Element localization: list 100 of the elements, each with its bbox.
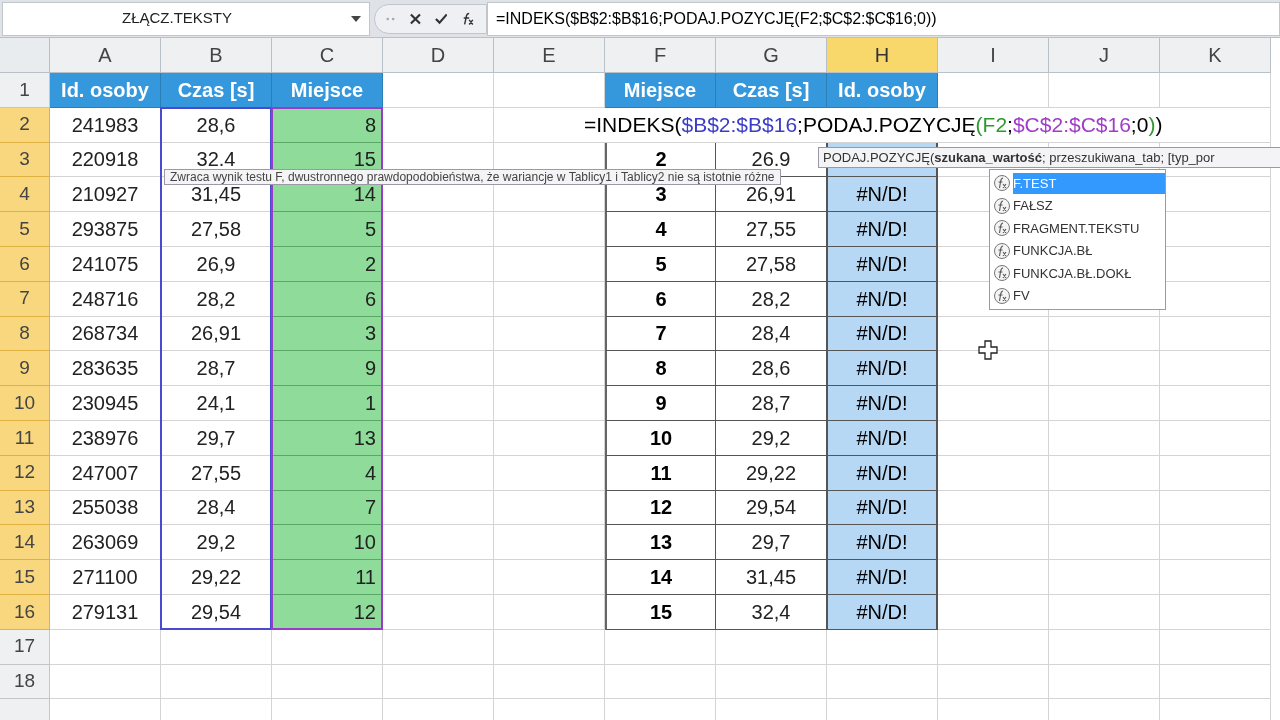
table-cell: 220918 bbox=[50, 142, 161, 178]
table-cell: 14 bbox=[605, 560, 716, 595]
table-cell: 4 bbox=[605, 212, 716, 247]
table-cell: #N/D! bbox=[827, 490, 938, 526]
table-cell: #N/D! bbox=[827, 386, 938, 421]
autocomplete-item[interactable]: FV bbox=[1013, 285, 1165, 307]
column-header[interactable]: H bbox=[827, 38, 938, 73]
table-cell: 12 bbox=[605, 490, 716, 526]
row-header[interactable]: 3 bbox=[0, 142, 50, 178]
autocomplete-item[interactable]: FAŁSZ bbox=[1013, 195, 1165, 217]
table-cell: 7 bbox=[605, 316, 716, 352]
table-cell: 8 bbox=[605, 351, 716, 387]
column-header[interactable]: D bbox=[383, 38, 494, 73]
table-cell: 230945 bbox=[50, 386, 161, 421]
table-cell: 279131 bbox=[50, 594, 161, 630]
function-icon bbox=[993, 264, 1011, 283]
header-cell: Czas [s] bbox=[161, 73, 272, 108]
table-cell: 29,54 bbox=[161, 594, 272, 630]
header-cell: Czas [s] bbox=[716, 73, 827, 108]
table-cell: 210927 bbox=[50, 177, 161, 213]
row-header[interactable]: 9 bbox=[0, 351, 50, 387]
function-icon bbox=[993, 286, 1011, 305]
table-cell: 271100 bbox=[50, 560, 161, 595]
table-cell: 26,9 bbox=[161, 247, 272, 282]
table-cell: 10 bbox=[605, 420, 716, 456]
table-cell: 15 bbox=[605, 594, 716, 630]
row-header[interactable]: 6 bbox=[0, 247, 50, 282]
row-header[interactable]: 14 bbox=[0, 525, 50, 561]
table-cell: 2 bbox=[272, 247, 383, 282]
autocomplete-item[interactable]: FUNKCJA.BŁ bbox=[1013, 240, 1165, 262]
column-header[interactable]: B bbox=[161, 38, 272, 73]
function-icon bbox=[993, 241, 1011, 260]
table-cell: 4 bbox=[272, 455, 383, 491]
row-header[interactable]: 7 bbox=[0, 281, 50, 317]
column-header[interactable]: I bbox=[938, 38, 1049, 73]
table-cell: #N/D! bbox=[827, 594, 938, 630]
table-cell: #N/D! bbox=[827, 351, 938, 387]
cross-cursor-icon bbox=[978, 340, 998, 360]
column-header[interactable]: C bbox=[272, 38, 383, 73]
table-cell: 6 bbox=[605, 281, 716, 317]
row-header[interactable]: 18 bbox=[0, 664, 50, 700]
column-header[interactable]: G bbox=[716, 38, 827, 73]
autocomplete-item[interactable]: FRAGMENT.TEKSTU bbox=[1013, 217, 1165, 239]
table-cell: #N/D! bbox=[827, 281, 938, 317]
table-cell: 241075 bbox=[50, 247, 161, 282]
formula-field[interactable]: =INDEKS($B$2:$B$16;PODAJ.POZYCJĘ(F2;$C$2:$C$16;0)) bbox=[487, 1, 1280, 36]
table-cell: 27,58 bbox=[161, 212, 272, 247]
table-cell: 29,22 bbox=[161, 560, 272, 595]
header-cell: Id. osoby bbox=[827, 73, 938, 108]
table-cell: #N/D! bbox=[827, 455, 938, 491]
row-header[interactable]: 2 bbox=[0, 107, 50, 143]
row-header[interactable]: 12 bbox=[0, 455, 50, 491]
table-cell: 3 bbox=[272, 316, 383, 352]
row-header[interactable]: 11 bbox=[0, 420, 50, 456]
table-cell: #N/D! bbox=[827, 247, 938, 282]
close-icon[interactable] bbox=[409, 12, 421, 25]
formula-text: =INDEKS($B$2:$B$16;PODAJ.POZYCJĘ(F2;$C$2:$C$16;0)) bbox=[496, 8, 937, 29]
check-icon[interactable] bbox=[434, 12, 448, 25]
table-cell: 28,6 bbox=[161, 107, 272, 143]
table-cell: 248716 bbox=[50, 281, 161, 317]
function-icon bbox=[993, 219, 1011, 238]
function-tooltip: PODAJ.POZYCJĘ(szukana_wartość; przeszukiwana_tab; [typ_por bbox=[818, 147, 1280, 168]
name-box[interactable]: ZŁĄCZ.TEKSTY bbox=[2, 1, 370, 36]
table-cell: #N/D! bbox=[827, 177, 938, 213]
column-header[interactable]: A bbox=[50, 38, 161, 73]
table-cell: #N/D! bbox=[827, 316, 938, 352]
row-header[interactable]: 1 bbox=[0, 73, 50, 108]
table-cell: 26,91 bbox=[161, 316, 272, 352]
table-cell: 5 bbox=[605, 247, 716, 282]
table-cell: #N/D! bbox=[827, 420, 938, 456]
table-cell: 13 bbox=[605, 525, 716, 561]
table-cell: 11 bbox=[272, 560, 383, 595]
function-icon bbox=[993, 196, 1011, 215]
row-header[interactable]: 13 bbox=[0, 490, 50, 526]
column-header[interactable]: E bbox=[494, 38, 605, 73]
row-header[interactable]: 4 bbox=[0, 177, 50, 213]
function-icon[interactable] bbox=[461, 10, 476, 27]
table-cell: 241983 bbox=[50, 107, 161, 143]
header-cell: Miejsce bbox=[272, 73, 383, 108]
row-header[interactable]: 10 bbox=[0, 386, 50, 421]
table-cell: #N/D! bbox=[827, 525, 938, 561]
autocomplete-item[interactable]: FUNKCJA.BŁ.DOKŁ bbox=[1013, 262, 1165, 284]
table-cell: 1 bbox=[272, 386, 383, 421]
table-cell: 28,2 bbox=[161, 281, 272, 317]
table-cell: #N/D! bbox=[827, 560, 938, 595]
column-header[interactable]: J bbox=[1049, 38, 1160, 73]
table-cell: 13 bbox=[272, 420, 383, 456]
row-header[interactable]: 15 bbox=[0, 560, 50, 595]
row-header[interactable]: 17 bbox=[0, 629, 50, 665]
row-header[interactable]: 16 bbox=[0, 594, 50, 630]
column-header[interactable]: F bbox=[605, 38, 716, 73]
table-cell: 29,7 bbox=[161, 420, 272, 456]
table-cell: 9 bbox=[272, 351, 383, 387]
row-header[interactable]: 8 bbox=[0, 316, 50, 352]
table-cell: 238976 bbox=[50, 420, 161, 456]
table-cell: 24,1 bbox=[161, 386, 272, 421]
table-cell: 28,7 bbox=[161, 351, 272, 387]
row-header[interactable]: 5 bbox=[0, 212, 50, 247]
table-cell: 6 bbox=[272, 281, 383, 317]
column-header[interactable]: K bbox=[1160, 38, 1271, 73]
